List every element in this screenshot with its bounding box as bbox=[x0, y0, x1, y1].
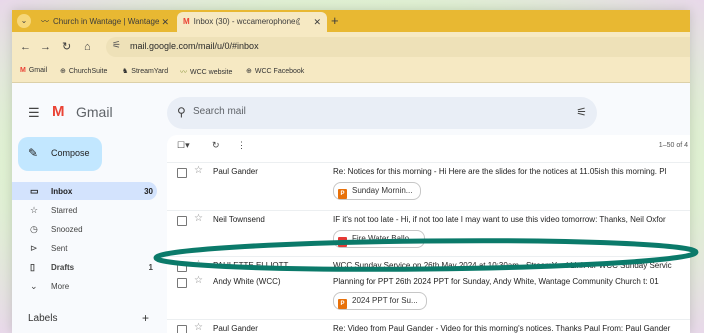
slides-file-icon: P bbox=[338, 189, 347, 199]
tab-title: Inbox (30) - wccamerophone@ bbox=[193, 17, 300, 26]
email-row[interactable]: ☆ Andy White (WCC) Planning for PPT 26th… bbox=[167, 273, 690, 313]
sidebar-item-starred[interactable]: ☆ Starred bbox=[12, 201, 157, 219]
row-checkbox[interactable] bbox=[177, 262, 187, 272]
star-icon[interactable]: ☆ bbox=[194, 275, 203, 286]
church-favicon-icon: 〰 bbox=[41, 17, 49, 26]
close-icon[interactable]: ✕ bbox=[161, 12, 169, 32]
star-icon[interactable]: ☆ bbox=[194, 213, 203, 224]
reload-icon[interactable]: ↻ bbox=[62, 40, 71, 54]
address-bar[interactable]: ⚟ mail.google.com/mail/u/0/#inbox bbox=[106, 37, 690, 57]
bookmark-gmail[interactable]: M Gmail bbox=[20, 67, 47, 74]
email-row[interactable]: ☆ Paul Gander Re: Notices for this morni… bbox=[167, 162, 690, 205]
browser-window: ⌄ 〰 Church in Wantage | Wantage C ✕ M Inbo… bbox=[12, 10, 690, 333]
email-sender: Andy White (WCC) bbox=[213, 277, 281, 286]
bookmark-wcc-website[interactable]: 〰 WCC website bbox=[180, 67, 232, 77]
tab-title: Church in Wantage | Wantage C bbox=[53, 17, 159, 26]
streamyard-icon: ♞ bbox=[122, 68, 129, 75]
drafts-count: 1 bbox=[148, 263, 153, 272]
email-list-panel: ☐▾ ↻ ⋮ 1–50 of 4 ☆ Paul Gander Re: Notic… bbox=[167, 135, 690, 333]
draft-icon: ▯ bbox=[30, 262, 35, 272]
add-label-icon[interactable]: + bbox=[142, 311, 149, 325]
home-icon[interactable]: ⌂ bbox=[84, 40, 91, 54]
search-icon[interactable]: ⚲ bbox=[177, 105, 186, 119]
email-sender: PAULETTE ELLIOTT bbox=[213, 261, 289, 270]
attachment-chip[interactable]: P Sunday Mornin... bbox=[333, 182, 422, 200]
gmail-icon: M bbox=[20, 67, 26, 74]
star-icon[interactable]: ☆ bbox=[194, 165, 203, 176]
gmail-logo-icon[interactable]: M bbox=[52, 103, 65, 120]
refresh-icon[interactable]: ↻ bbox=[212, 140, 220, 151]
back-arrow-icon[interactable]: ← bbox=[20, 40, 31, 54]
globe-icon: ⊕ bbox=[246, 68, 252, 75]
url-text: mail.google.com/mail/u/0/#inbox bbox=[130, 41, 259, 51]
bookmark-churchsuite[interactable]: ⊕ ChurchSuite bbox=[60, 67, 107, 75]
gmail-app: ☰ M Gmail ⚲ Search mail ⚟ ✎ Compose ▭ In… bbox=[12, 83, 690, 333]
sidebar-item-inbox[interactable]: ▭ Inbox 30 bbox=[12, 182, 157, 200]
email-subject: Re: Notices for this morning - Hi Here a… bbox=[333, 167, 667, 176]
row-checkbox[interactable] bbox=[177, 325, 187, 333]
globe-icon: ⊕ bbox=[60, 68, 66, 75]
inbox-icon: ▭ bbox=[30, 186, 39, 196]
search-placeholder: Search mail bbox=[193, 106, 246, 117]
bookmark-wcc-facebook[interactable]: ⊕ WCC Facebook bbox=[246, 67, 304, 75]
attachment-chip[interactable]: ▬ Fire Water Ballo... bbox=[333, 230, 425, 248]
sidebar-item-drafts[interactable]: ▯ Drafts 1 bbox=[12, 258, 157, 276]
close-icon[interactable]: ✕ bbox=[313, 12, 321, 32]
gmail-favicon-icon: M bbox=[183, 17, 190, 26]
pencil-icon: ✎ bbox=[28, 146, 39, 160]
forward-arrow-icon[interactable]: → bbox=[40, 40, 51, 54]
chevron-down-icon: ⌄ bbox=[30, 281, 38, 291]
compose-label: Compose bbox=[51, 148, 90, 158]
email-row[interactable]: ☆ PAULETTE ELLIOTT WCC Sunday Service on… bbox=[167, 256, 690, 273]
email-sender: Paul Gander bbox=[213, 324, 258, 333]
sidebar-item-more[interactable]: ⌄ More bbox=[12, 277, 157, 295]
clock-icon: ◷ bbox=[30, 224, 38, 234]
email-row[interactable]: ☆ Neil Townsend IF it's not too late - H… bbox=[167, 210, 690, 253]
wcc-icon: 〰 bbox=[180, 69, 187, 76]
slides-file-icon: P bbox=[338, 299, 347, 309]
site-info-icon[interactable]: ⚟ bbox=[112, 40, 121, 51]
star-icon[interactable]: ☆ bbox=[194, 322, 203, 333]
pagination-text: 1–50 of 4 bbox=[658, 142, 688, 149]
bookmarks-bar: M Gmail ⊕ ChurchSuite ♞ StreamYard 〰 WCC web… bbox=[12, 62, 690, 83]
email-sender: Neil Townsend bbox=[213, 215, 265, 224]
star-icon: ☆ bbox=[30, 205, 39, 215]
row-checkbox[interactable] bbox=[177, 216, 187, 226]
email-subject: Planning for PPT 26th 2024 PPT for Sunda… bbox=[333, 277, 659, 286]
attachment-chip[interactable]: P 2024 PPT for Su... bbox=[333, 292, 427, 310]
tab-search-button[interactable]: ⌄ bbox=[17, 14, 31, 28]
email-sender: Paul Gander bbox=[213, 167, 258, 176]
tab-inbox[interactable]: M Inbox (30) - wccamerophone@ ✕ bbox=[177, 12, 327, 32]
tab-church-in-wantage[interactable]: 〰 Church in Wantage | Wantage C ✕ bbox=[35, 12, 175, 32]
send-icon: ⊳ bbox=[30, 243, 38, 253]
more-options-icon[interactable]: ⋮ bbox=[237, 140, 246, 151]
labels-heading: Labels bbox=[28, 313, 58, 324]
gmail-logo-text: Gmail bbox=[76, 104, 113, 120]
search-options-icon[interactable]: ⚟ bbox=[576, 105, 587, 119]
address-row: ← → ↻ ⌂ ⚟ mail.google.com/mail/u/0/#inbo… bbox=[12, 32, 690, 62]
search-input[interactable]: ⚲ Search mail ⚟ bbox=[167, 97, 597, 129]
email-subject: WCC Sunday Service on 26th May 2024 at 1… bbox=[333, 261, 672, 270]
bookmark-streamyard[interactable]: ♞ StreamYard bbox=[122, 67, 168, 75]
compose-button[interactable]: ✎ Compose bbox=[18, 137, 102, 171]
row-checkbox[interactable] bbox=[177, 168, 187, 178]
email-subject: IF it's not too late - Hi, if not too la… bbox=[333, 215, 666, 224]
sidebar-item-snoozed[interactable]: ◷ Snoozed bbox=[12, 220, 157, 238]
video-file-icon: ▬ bbox=[338, 237, 347, 247]
list-toolbar: ☐▾ ↻ ⋮ 1–50 of 4 bbox=[167, 135, 690, 157]
row-checkbox[interactable] bbox=[177, 278, 187, 288]
inbox-count: 30 bbox=[144, 187, 153, 196]
main-menu-icon[interactable]: ☰ bbox=[28, 105, 40, 121]
email-subject: Re: Video from Paul Gander - Video for t… bbox=[333, 324, 671, 333]
select-all-checkbox[interactable]: ☐▾ bbox=[177, 140, 190, 151]
email-row[interactable]: ☆ Paul Gander Re: Video from Paul Gander… bbox=[167, 319, 690, 333]
star-icon[interactable]: ☆ bbox=[194, 259, 203, 270]
sidebar-item-sent[interactable]: ⊳ Sent bbox=[12, 239, 157, 257]
new-tab-button[interactable]: + bbox=[331, 13, 339, 29]
tab-strip: ⌄ 〰 Church in Wantage | Wantage C ✕ M Inbo… bbox=[12, 10, 690, 32]
